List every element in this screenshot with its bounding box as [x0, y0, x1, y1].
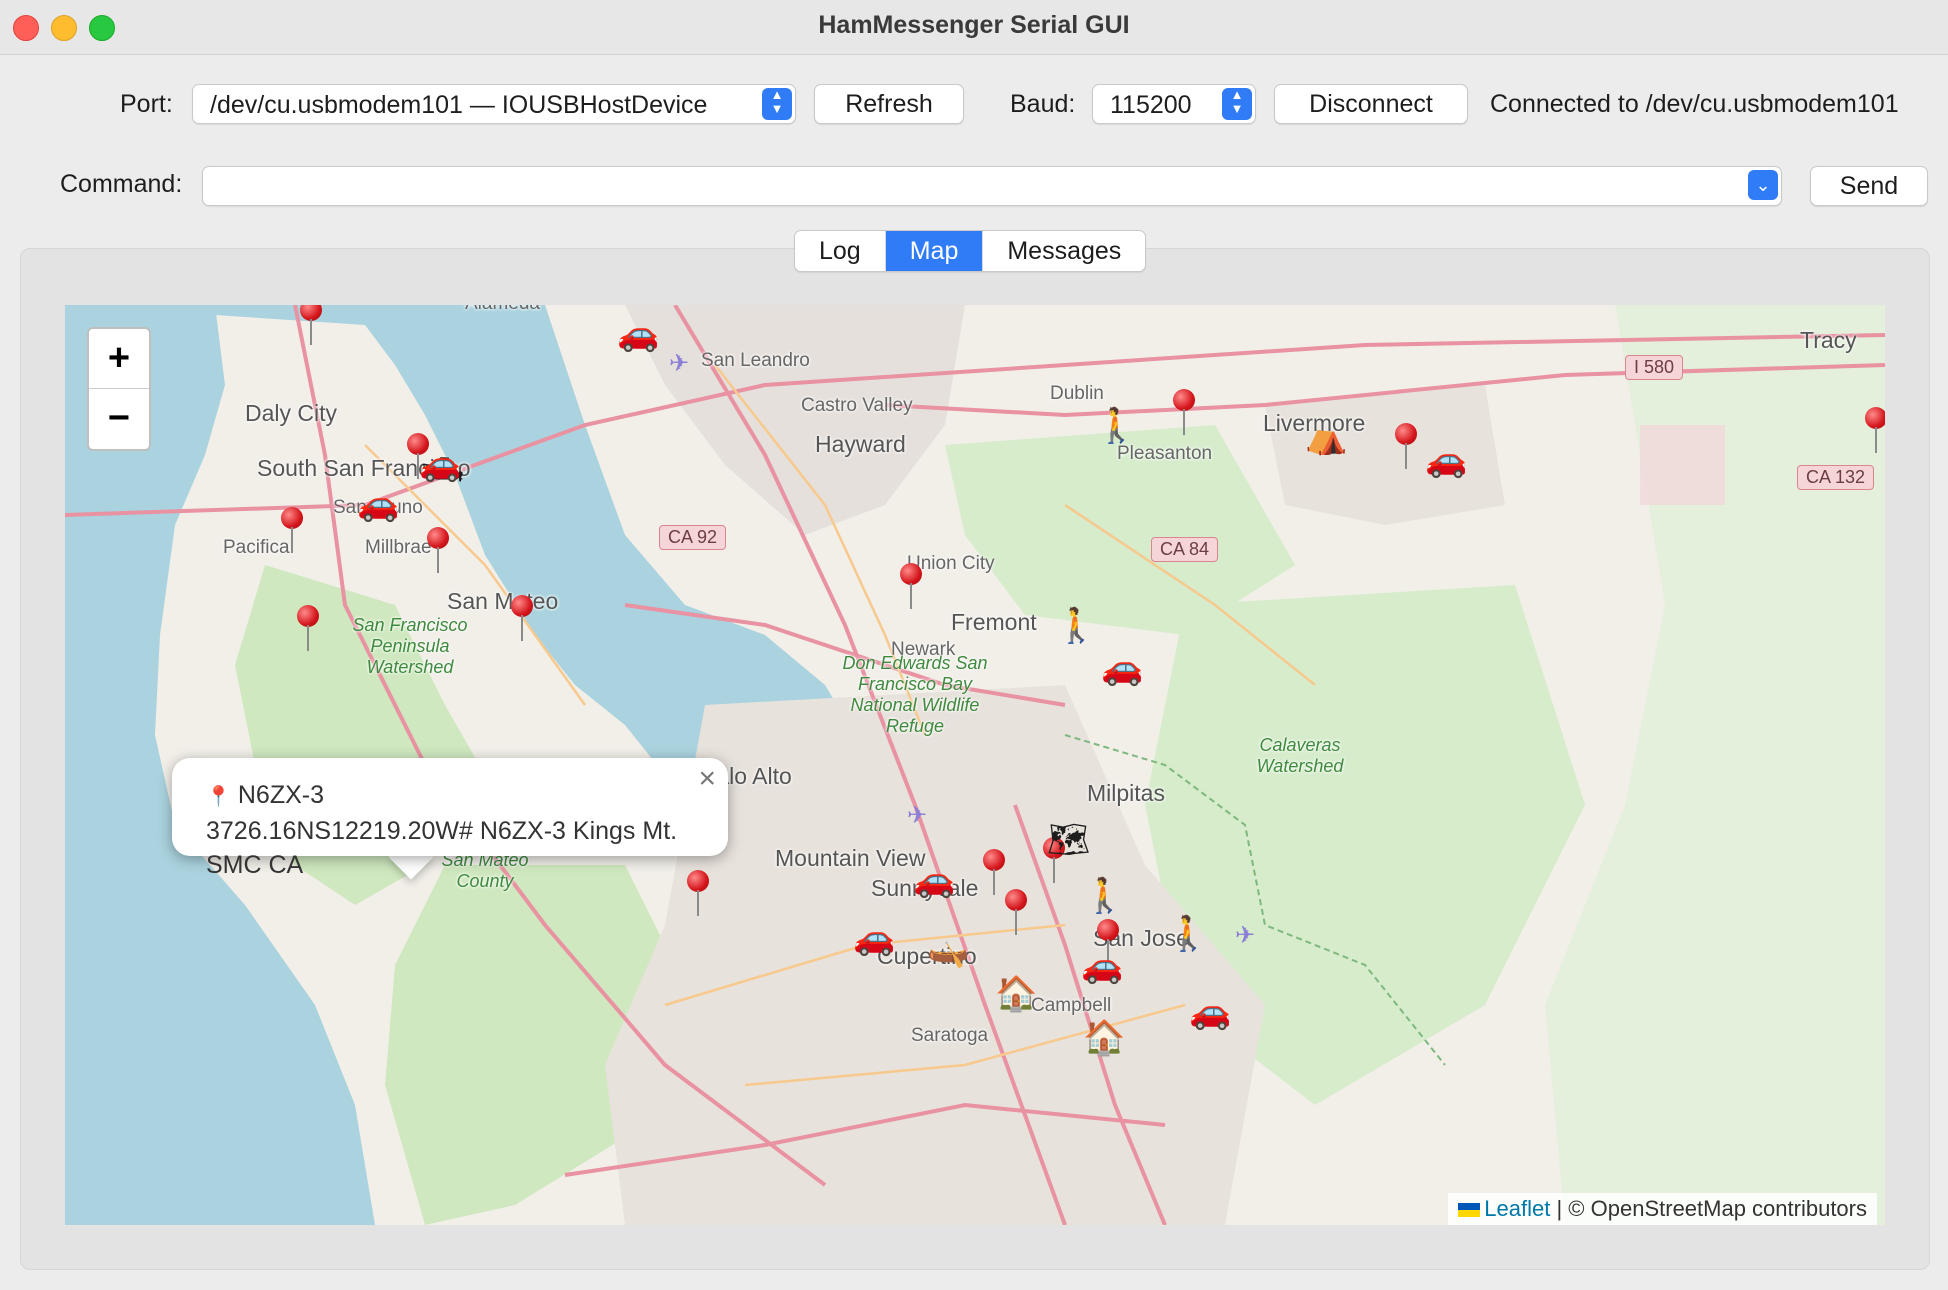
place-label: Dublin [1050, 383, 1104, 404]
map-marker-icon[interactable]: 🗺 [1047, 823, 1090, 857]
port-label: Port: [120, 90, 173, 118]
place-label: Hayward [815, 431, 906, 457]
baud-label: Baud: [1010, 90, 1076, 118]
walker-marker-icon[interactable]: 🚶 [1055, 609, 1097, 643]
plane-icon: ✈ [669, 350, 690, 377]
disconnect-button[interactable]: Disconnect [1274, 84, 1468, 124]
tab-log[interactable]: Log [795, 231, 886, 271]
car-marker-icon[interactable]: 🚗 [1101, 651, 1143, 685]
car-marker-icon[interactable]: 🚗 [1189, 995, 1231, 1029]
station-pin-icon[interactable] [900, 563, 922, 611]
walker-marker-icon[interactable]: 🚶 [1095, 409, 1137, 443]
place-label: Calaveras Watershed [1256, 735, 1344, 776]
place-label: San Francisco Peninsula Watershed [352, 615, 468, 677]
command-input[interactable] [202, 166, 1782, 206]
place-label: Pleasanton [1117, 443, 1213, 464]
house-marker-icon[interactable]: 🏠 [1083, 1021, 1125, 1055]
place-label: Saratoga [911, 1025, 989, 1046]
zoom-out-button[interactable]: − [89, 389, 149, 448]
tab-messages[interactable]: Messages [983, 231, 1145, 271]
car-marker-icon[interactable]: 🚗 [853, 921, 895, 955]
station-pin-icon[interactable] [983, 849, 1005, 897]
place-label: Mountain View [775, 845, 926, 871]
walker-marker-icon[interactable]: 🚶 [1083, 879, 1125, 913]
plane-icon: ✈ [1235, 922, 1256, 949]
pin-icon: 📍 [206, 786, 231, 808]
connection-status: Connected to /dev/cu.usbmodem101 [1490, 90, 1899, 118]
car-marker-icon[interactable]: 🚗 [617, 317, 659, 351]
map-view[interactable]: + − Alameda San Leandro Daly City South … [65, 305, 1885, 1225]
place-label: Pacifica [223, 537, 290, 558]
highway-shield: CA 132 [1797, 465, 1875, 490]
walker-marker-icon[interactable]: 🚶 [1167, 917, 1209, 951]
station-pin-icon[interactable] [511, 595, 533, 643]
car-marker-icon[interactable]: 🚗 [913, 863, 955, 897]
popup-detail: 3726.16NS12219.20W# N6ZX-3 Kings Mt. SMC… [206, 817, 678, 879]
place-label: San Leandro [701, 350, 810, 371]
tab-bar: Log Map Messages [794, 230, 1147, 272]
leaflet-link[interactable]: Leaflet [1484, 1196, 1550, 1221]
port-select[interactable]: /dev/cu.usbmodem101 — IOUSBHostDevice [192, 84, 796, 124]
place-label: Tracy [1800, 327, 1857, 353]
place-label: Alameda [465, 305, 540, 315]
window-title: HamMessenger Serial GUI [818, 11, 1130, 39]
send-button[interactable]: Send [1810, 166, 1928, 206]
zoom-in-button[interactable]: + [89, 329, 149, 389]
car-marker-icon[interactable]: 🚗 [419, 447, 461, 481]
station-popup: × 📍 N6ZX-3 3726.16NS12219.20W# N6ZX-3 Ki… [172, 758, 728, 879]
attribution-text: | © OpenStreetMap contributors [1556, 1196, 1867, 1221]
place-label: Don Edwards San Francisco Bay National W… [842, 653, 988, 736]
station-pin-icon[interactable] [281, 507, 303, 555]
station-pin-icon[interactable] [1005, 889, 1027, 937]
tab-map[interactable]: Map [885, 231, 984, 271]
highway-shield: CA 92 [659, 525, 727, 550]
station-pin-icon[interactable] [1395, 423, 1417, 471]
station-pin-icon[interactable] [300, 305, 322, 347]
port-select-chevron-icon[interactable]: ▲ ▼ [762, 88, 792, 120]
house-marker-icon[interactable]: 🏠 [995, 977, 1037, 1011]
plane-icon: ✈ [907, 802, 928, 829]
place-label: Millbrae [365, 537, 432, 558]
refresh-button[interactable]: Refresh [814, 84, 964, 124]
command-dropdown-chevron-icon[interactable]: ⌄ [1748, 170, 1778, 200]
popup-title: 📍 N6ZX-3 [206, 778, 694, 814]
title-bar: HamMessenger Serial GUI [0, 0, 1948, 55]
place-label: Daly City [245, 400, 338, 426]
popup-close-button[interactable]: × [698, 764, 716, 794]
command-label: Command: [60, 170, 183, 198]
place-label: San Mateo [447, 588, 559, 614]
port-select-value: /dev/cu.usbmodem101 — IOUSBHostDevice [210, 91, 708, 119]
canoe-marker-icon[interactable]: 🛶 [927, 933, 969, 967]
popup-callsign: N6ZX-3 [237, 781, 324, 809]
car-marker-icon[interactable]: 🚗 [1081, 949, 1123, 983]
place-label: Castro Valley [801, 395, 913, 416]
highway-shield: I 580 [1625, 355, 1684, 380]
baud-select-value: 115200 [1110, 91, 1192, 119]
place-label: Fremont [951, 609, 1037, 635]
station-pin-icon[interactable] [427, 527, 449, 575]
zoom-control: + − [87, 327, 151, 451]
car-marker-icon[interactable]: 🚗 [1425, 443, 1467, 477]
baud-select-chevron-icon[interactable]: ▲ ▼ [1222, 88, 1252, 120]
car-marker-icon[interactable]: 🚗 [357, 487, 399, 521]
station-pin-icon[interactable] [1173, 389, 1195, 437]
camp-marker-icon[interactable]: ⛺ [1305, 420, 1347, 454]
station-pin-icon[interactable] [1865, 407, 1885, 455]
place-label: Milpitas [1087, 780, 1165, 806]
map-attribution: Leaflet | © OpenStreetMap contributors [1448, 1193, 1877, 1225]
place-label: Campbell [1031, 995, 1112, 1016]
ukraine-flag-icon [1458, 1203, 1481, 1218]
highway-shield: CA 84 [1151, 537, 1219, 562]
station-pin-icon[interactable] [297, 605, 319, 653]
